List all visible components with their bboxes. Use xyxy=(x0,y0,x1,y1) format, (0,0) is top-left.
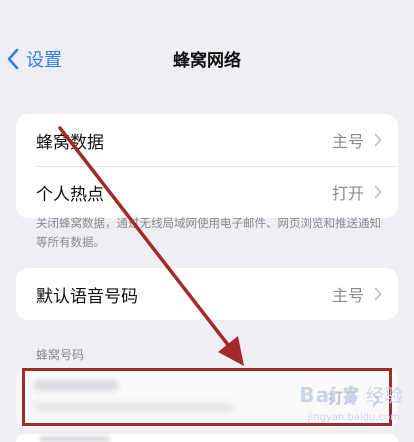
row-label: 蜂窝数据 xyxy=(36,132,104,153)
default-voice-line-row[interactable]: 默认语音号码 主号 xyxy=(16,268,398,320)
chevron-right-icon xyxy=(374,133,382,147)
row-label: 个人热点 xyxy=(36,184,104,205)
row-value: 主号 xyxy=(331,132,364,151)
personal-hotspot-row[interactable]: 个人热点 打开 xyxy=(16,166,398,218)
baidu-watermark: Bai 经验 xyxy=(299,382,404,408)
watermark-brand: Bai xyxy=(299,383,338,407)
voice-settings-group: 默认语音号码 主号 xyxy=(16,268,398,320)
page-title: 蜂窝网络 xyxy=(173,51,241,71)
cellular-settings-group: 蜂窝数据 主号 个人热点 打开 xyxy=(16,114,398,218)
blurred-next-row xyxy=(40,436,110,442)
row-value: 主号 xyxy=(331,286,364,305)
chevron-right-icon xyxy=(374,287,382,301)
navigation-bar: 设置 蜂窝网络 xyxy=(0,0,414,110)
section-header: 蜂窝号码 xyxy=(36,348,85,362)
cellular-data-row[interactable]: 蜂窝数据 主号 xyxy=(16,114,398,166)
watermark-brand-end: 经验 xyxy=(366,386,404,407)
watermark-url: jingyan.baidu.com xyxy=(307,412,400,423)
cellular-data-footnote: 关闭蜂窝数据，通过无线局域网使用电子邮件、网页浏览和推送通知等所有数据。 xyxy=(36,216,381,249)
row-value: 打开 xyxy=(331,184,364,203)
paw-icon xyxy=(343,385,359,404)
chevron-right-icon xyxy=(374,185,382,199)
row-label: 默认语音号码 xyxy=(36,286,138,307)
